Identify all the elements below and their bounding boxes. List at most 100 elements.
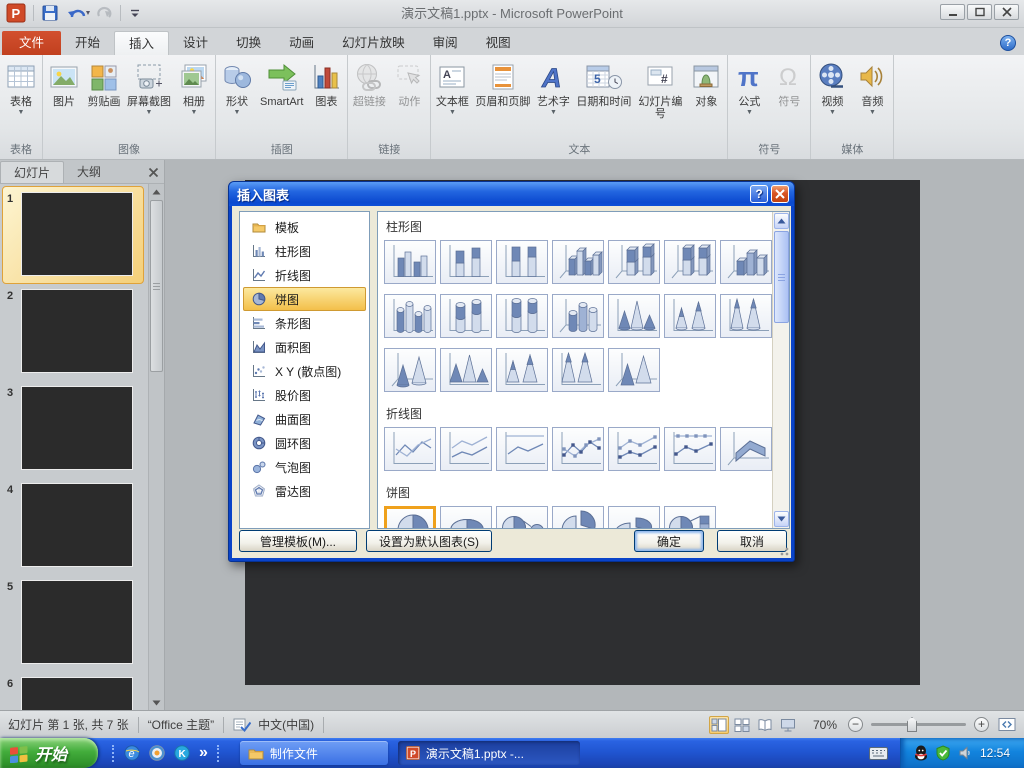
zoom-slider[interactable] [871, 723, 966, 726]
ribbon-button-table[interactable]: 表格▼ [1, 56, 41, 142]
chevron-icon[interactable]: » [199, 744, 208, 762]
chart-category-surface[interactable]: 曲面图 [243, 407, 366, 431]
scroll-down-icon[interactable] [774, 511, 789, 527]
chart-type-line-markers[interactable] [552, 427, 604, 471]
ribbon-button-screenshot[interactable]: 屏幕截图▼ [124, 56, 174, 142]
tab-slides[interactable]: 幻灯片 [0, 161, 64, 183]
chart-type-pie3d[interactable] [440, 506, 492, 529]
tab-home[interactable]: 开始 [61, 31, 114, 55]
tab-view[interactable]: 视图 [472, 31, 525, 55]
minimize-button[interactable] [940, 4, 965, 20]
scrollbar-thumb[interactable] [150, 200, 163, 372]
chart-type-pyr-stacked100[interactable] [552, 348, 604, 392]
close-icon[interactable] [142, 161, 164, 183]
chart-category-xy-scatter[interactable]: X Y (散点图) [243, 359, 366, 383]
ribbon-button-chart[interactable]: 图表 [306, 56, 346, 142]
chart-type-col3d[interactable] [720, 240, 772, 284]
volume-icon[interactable] [958, 746, 972, 760]
slide-thumbnail-1[interactable]: 1 [0, 192, 148, 278]
tab-animations[interactable]: 动画 [275, 31, 328, 55]
slide-thumbnail-4[interactable]: 4 [0, 483, 148, 569]
tab-review[interactable]: 审阅 [419, 31, 472, 55]
chart-category-bubble[interactable]: 气泡图 [243, 455, 366, 479]
chart-category-stock[interactable]: 股价图 [243, 383, 366, 407]
taskbar-item-folder-window[interactable]: 制作文件 [240, 741, 388, 765]
dialog-close-button[interactable] [771, 185, 789, 203]
chart-category-radar[interactable]: 雷达图 [243, 479, 366, 503]
chart-type-col3d-clustered[interactable] [552, 240, 604, 284]
chart-type-cone-stacked100[interactable] [720, 294, 772, 338]
messenger-icon[interactable] [149, 745, 165, 761]
ribbon-button-audio[interactable]: 音频▼ [852, 56, 892, 142]
close-button[interactable] [994, 4, 1019, 20]
chart-type-col-stacked[interactable] [440, 240, 492, 284]
chart-type-cone3d[interactable] [384, 348, 436, 392]
chart-type-col-clustered[interactable] [384, 240, 436, 284]
ribbon-button-picture[interactable]: 图片 [44, 56, 84, 142]
chart-type-col-stacked100[interactable] [496, 240, 548, 284]
tab-file[interactable]: 文件 [2, 31, 61, 55]
slide-thumbnail-6[interactable]: 6 [0, 677, 148, 710]
slide-thumbnail-3[interactable]: 3 [0, 386, 148, 472]
slide-thumbnail-image[interactable] [21, 192, 133, 276]
ribbon-button-clipart[interactable]: 剪贴画 [84, 56, 124, 142]
help-icon[interactable]: ? [1000, 35, 1016, 51]
chart-type-line-markers-stacked[interactable] [608, 427, 660, 471]
slide-thumbnail-image[interactable] [21, 386, 133, 470]
manage-templates-button[interactable]: 管理模板(M)... [239, 530, 357, 552]
slide-thumbnail-2[interactable]: 2 [0, 289, 148, 375]
chart-type-cyl-stacked100[interactable] [496, 294, 548, 338]
scroll-up-icon[interactable] [150, 185, 163, 198]
ribbon-button-shapes[interactable]: 形状▼ [217, 56, 257, 142]
chart-category-pie[interactable]: 饼图 [243, 287, 366, 311]
zoom-in-button[interactable]: + [974, 717, 989, 732]
chart-category-templates[interactable]: 模板 [243, 215, 366, 239]
chart-type-line-stacked[interactable] [440, 427, 492, 471]
k-app-icon[interactable]: K [174, 745, 190, 761]
chart-category-line[interactable]: 折线图 [243, 263, 366, 287]
view-sorter-button[interactable] [732, 716, 752, 734]
chart-type-pyr3d[interactable] [608, 348, 660, 392]
scroll-up-icon[interactable] [774, 213, 789, 229]
tab-insert[interactable]: 插入 [114, 31, 169, 55]
scrollbar-thumb[interactable] [774, 231, 789, 323]
set-default-chart-button[interactable]: 设置为默认图表(S) [366, 530, 492, 552]
ribbon-button-slide-number[interactable]: #幻灯片编号 [634, 56, 686, 142]
dialog-help-button[interactable]: ? [750, 185, 768, 203]
zoom-out-button[interactable]: − [848, 717, 863, 732]
chart-type-pie3d-exploded[interactable] [608, 506, 660, 529]
ribbon-button-header-footer[interactable]: 页眉和页脚 [472, 56, 533, 142]
chart-type-cone-stacked[interactable] [664, 294, 716, 338]
chart-type-line-basic[interactable] [384, 427, 436, 471]
ribbon-button-smartart[interactable]: SmartArt [257, 56, 306, 142]
security-shield-icon[interactable] [936, 745, 950, 761]
slide-thumbnail-image[interactable] [21, 483, 133, 567]
ribbon-button-wordart[interactable]: A艺术字▼ [533, 56, 573, 142]
spellcheck-icon[interactable] [233, 717, 251, 732]
chart-type-cyl-stacked[interactable] [440, 294, 492, 338]
chart-category-column[interactable]: 柱形图 [243, 239, 366, 263]
chart-type-pyr-stacked[interactable] [496, 348, 548, 392]
view-slideshow-button[interactable] [778, 716, 798, 734]
input-method-keyboard-icon[interactable] [869, 747, 888, 760]
view-reading-button[interactable] [755, 716, 775, 734]
ribbon-button-textbox[interactable]: A文本框▼ [432, 56, 472, 142]
resize-grip[interactable] [777, 544, 789, 556]
chart-type-pie-of-pie[interactable] [496, 506, 548, 529]
scroll-down-icon[interactable] [150, 696, 163, 709]
gallery-scrollbar[interactable] [772, 212, 789, 528]
qq-icon[interactable] [914, 745, 928, 761]
view-normal-button[interactable] [709, 716, 729, 734]
slides-scrollbar[interactable] [148, 184, 164, 710]
chart-type-line-stacked100[interactable] [496, 427, 548, 471]
ribbon-button-equation[interactable]: π公式▼ [729, 56, 769, 142]
chart-type-col3d-stacked[interactable] [608, 240, 660, 284]
ribbon-button-object[interactable]: 对象 [686, 56, 726, 142]
ribbon-button-album[interactable]: 相册▼ [174, 56, 214, 142]
chart-type-cone-clustered[interactable] [608, 294, 660, 338]
zoom-level[interactable]: 70% [813, 718, 837, 732]
chart-category-area[interactable]: 面积图 [243, 335, 366, 359]
start-button[interactable]: 开始 [0, 738, 98, 768]
maximize-button[interactable] [967, 4, 992, 20]
chart-type-pie2d[interactable] [384, 506, 436, 529]
